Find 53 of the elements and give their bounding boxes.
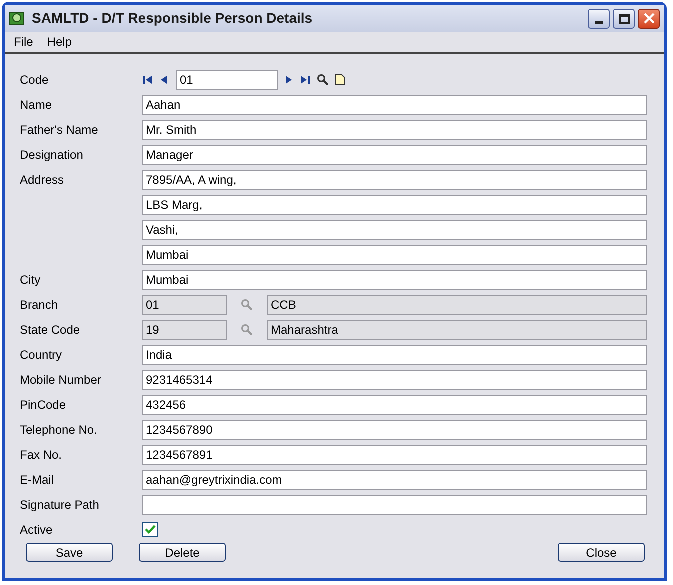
field-label: PinCode	[20, 398, 66, 412]
dialog-button[interactable]: Save	[26, 543, 113, 562]
dialog-button[interactable]: Delete	[139, 543, 226, 562]
field-label: Signature Path	[20, 498, 100, 512]
check-icon	[144, 525, 156, 534]
maximize-button[interactable]	[613, 8, 635, 28]
new-document-icon[interactable]	[334, 74, 346, 86]
field-label: E-Mail	[20, 472, 54, 486]
text-field[interactable]: Manager	[142, 144, 647, 164]
window-title: SAMLTD - D/T Responsible Person Details	[32, 9, 314, 28]
field-label: Designation	[20, 148, 84, 162]
text-field[interactable]: 9231465314	[142, 370, 647, 390]
text-field[interactable]: Mumbai	[142, 270, 647, 290]
text-field[interactable]: 19	[142, 320, 227, 340]
text-field[interactable]: Maharashtra	[267, 320, 647, 340]
text-field[interactable]: aahan@greytrixindia.com	[142, 470, 647, 490]
text-field[interactable]: CCB	[267, 294, 647, 314]
field-label: Address	[20, 172, 64, 186]
minimize-button[interactable]	[588, 8, 610, 28]
code-field[interactable]: 01	[176, 70, 278, 90]
text-field[interactable]: Mr. Smith	[142, 120, 647, 140]
checkbox[interactable]	[142, 522, 158, 537]
last-record-icon[interactable]	[300, 74, 312, 84]
dialog-button[interactable]: Close	[558, 543, 645, 562]
text-field[interactable]: Aahan	[142, 94, 647, 114]
field-label: Father's Name	[20, 122, 98, 136]
close-icon	[644, 13, 654, 24]
text-field[interactable]: 432456	[142, 394, 647, 414]
menu-item[interactable]: File	[14, 33, 34, 51]
field-label: Country	[20, 348, 62, 362]
field-label: Mobile Number	[20, 372, 102, 386]
text-field[interactable]	[142, 494, 647, 514]
text-field[interactable]: India	[142, 344, 647, 364]
text-field[interactable]: 01	[142, 294, 227, 314]
close-button[interactable]	[638, 8, 660, 28]
text-field[interactable]: 7895/AA, A wing,	[142, 170, 647, 190]
field-label: Code	[20, 72, 49, 86]
text-field[interactable]: 1234567890	[142, 420, 647, 440]
text-field[interactable]: 1234567891	[142, 444, 647, 464]
field-label: Fax No.	[20, 448, 62, 462]
field-label: State Code	[20, 322, 80, 336]
field-label: Active	[20, 522, 53, 536]
text-field[interactable]: Vashi,	[142, 220, 647, 240]
text-field[interactable]: Mumbai	[142, 244, 647, 264]
field-label: Telephone No.	[20, 422, 98, 436]
menu-item[interactable]: Help	[47, 33, 72, 51]
field-label: Branch	[20, 298, 58, 312]
field-label: City	[20, 272, 41, 286]
app-icon	[9, 10, 27, 26]
first-record-icon[interactable]	[142, 74, 154, 84]
text-field[interactable]: LBS Marg,	[142, 194, 647, 214]
field-label: Name	[20, 98, 52, 112]
search-icon[interactable]	[317, 74, 329, 86]
